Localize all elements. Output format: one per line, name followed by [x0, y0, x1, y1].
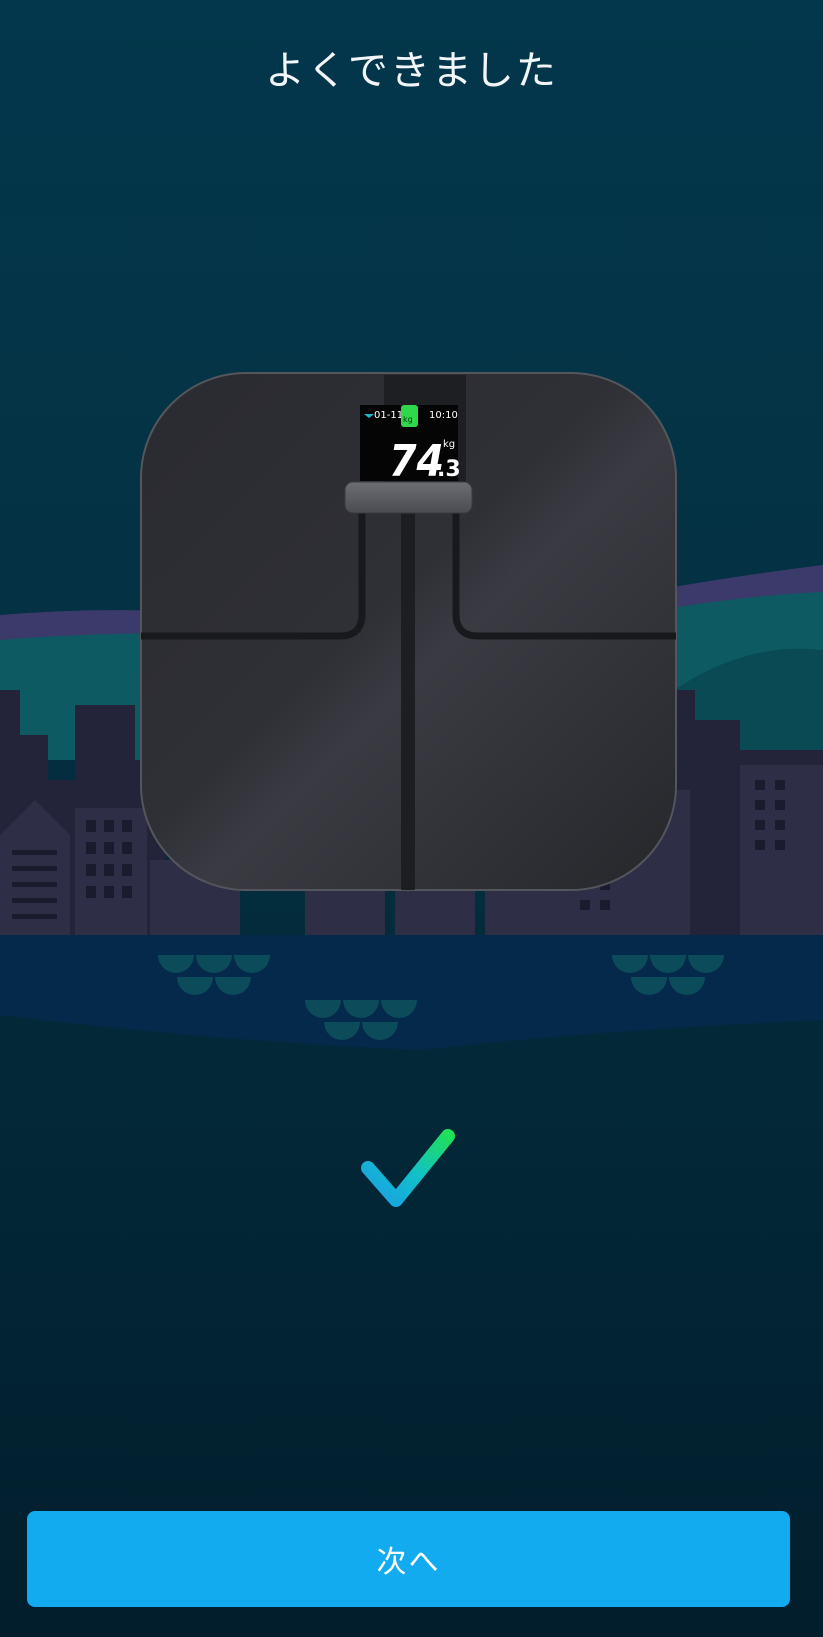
checkmark-icon: [361, 1129, 455, 1207]
display-weight-integer: 74: [389, 436, 444, 487]
display-unit: kg: [443, 439, 455, 450]
display-date: 01-11: [374, 410, 403, 421]
scale-illustration: 01-11 kg 10:10 74 .3 kg: [0, 372, 823, 1050]
display-time: 10:10: [429, 410, 458, 421]
next-button[interactable]: 次へ: [27, 1511, 790, 1607]
water-band: [0, 935, 823, 1050]
display-weight-decimal: .3: [437, 457, 461, 482]
svg-text:kg: kg: [403, 415, 413, 424]
